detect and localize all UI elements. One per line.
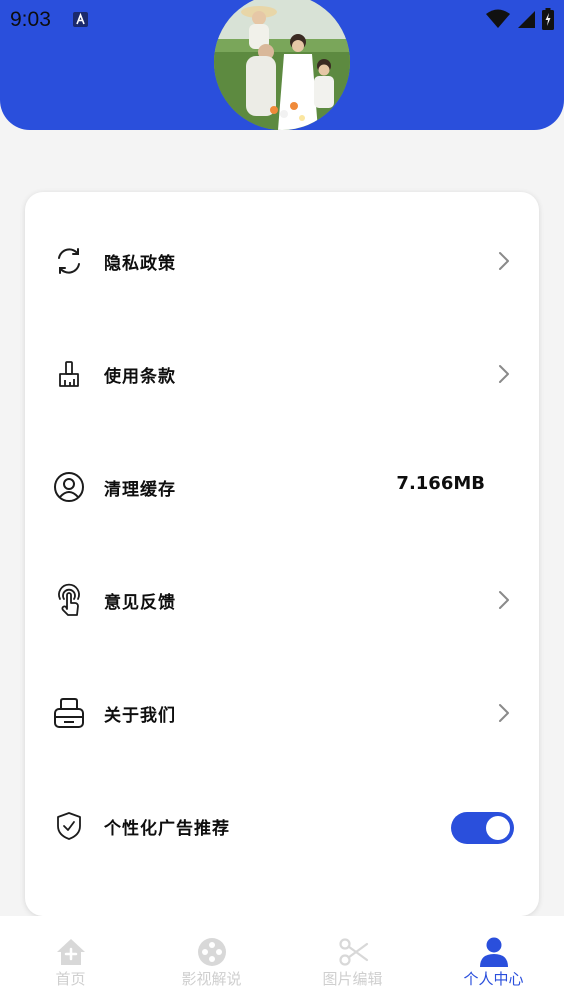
chevron-right-icon [499, 704, 509, 722]
menu-item-label: 使用条款 [104, 367, 176, 387]
printer-icon [52, 695, 86, 731]
tab-label: 个人中心 [463, 970, 524, 988]
chevron-right-icon [499, 591, 509, 609]
tab-label: 首页 [55, 970, 86, 988]
user-circle-icon [52, 469, 86, 505]
refresh-icon [52, 243, 86, 279]
wifi-icon [486, 9, 510, 28]
chevron-right-icon [499, 252, 509, 270]
tab-film-commentary[interactable]: 影视解说 [141, 916, 282, 1004]
settings-card: 隐私政策 使用条款 清理缓存 7.166MB 意见反馈 关于我们 个性化广告推荐 [25, 192, 539, 916]
menu-item-about-us[interactable]: 关于我们 [25, 683, 539, 743]
avatar[interactable] [214, 0, 350, 130]
menu-item-label: 清理缓存 [104, 480, 176, 500]
chevron-right-icon [499, 365, 509, 383]
touch-icon [52, 582, 86, 618]
person-icon [479, 937, 508, 967]
status-icons [486, 8, 554, 30]
battery-icon [542, 8, 554, 30]
menu-item-label: 关于我们 [104, 706, 176, 726]
menu-item-label: 个性化广告推荐 [104, 819, 230, 839]
notification-a-icon [73, 12, 88, 27]
menu-item-feedback[interactable]: 意见反馈 [25, 570, 539, 630]
menu-item-label: 意见反馈 [104, 593, 176, 613]
cache-size-value: 7.166MB [396, 473, 485, 494]
brush-icon [52, 356, 86, 392]
tab-label: 影视解说 [181, 970, 242, 988]
tab-profile[interactable]: 个人中心 [423, 916, 564, 1004]
tab-image-edit[interactable]: 图片编辑 [282, 916, 423, 1004]
toggle-knob [486, 816, 510, 840]
menu-item-label: 隐私政策 [104, 254, 176, 274]
signal-icon [518, 11, 535, 28]
menu-item-personalized-ads: 个性化广告推荐 [25, 796, 539, 856]
menu-item-clear-cache[interactable]: 清理缓存 7.166MB [25, 457, 539, 517]
film-reel-icon [197, 938, 226, 966]
tab-home[interactable]: 首页 [0, 916, 141, 1004]
tab-label: 图片编辑 [322, 970, 383, 988]
menu-item-terms-of-use[interactable]: 使用条款 [25, 344, 539, 404]
personalized-ads-toggle[interactable] [451, 812, 514, 844]
status-time: 9:03 [10, 8, 51, 31]
family-photo-image [214, 0, 350, 130]
scissors-icon [338, 938, 368, 966]
shield-check-icon [52, 808, 86, 844]
bottom-tab-bar: 首页 影视解说 图片编辑 个人中心 [0, 916, 564, 1004]
home-icon [56, 939, 85, 965]
menu-item-privacy-policy[interactable]: 隐私政策 [25, 231, 539, 291]
